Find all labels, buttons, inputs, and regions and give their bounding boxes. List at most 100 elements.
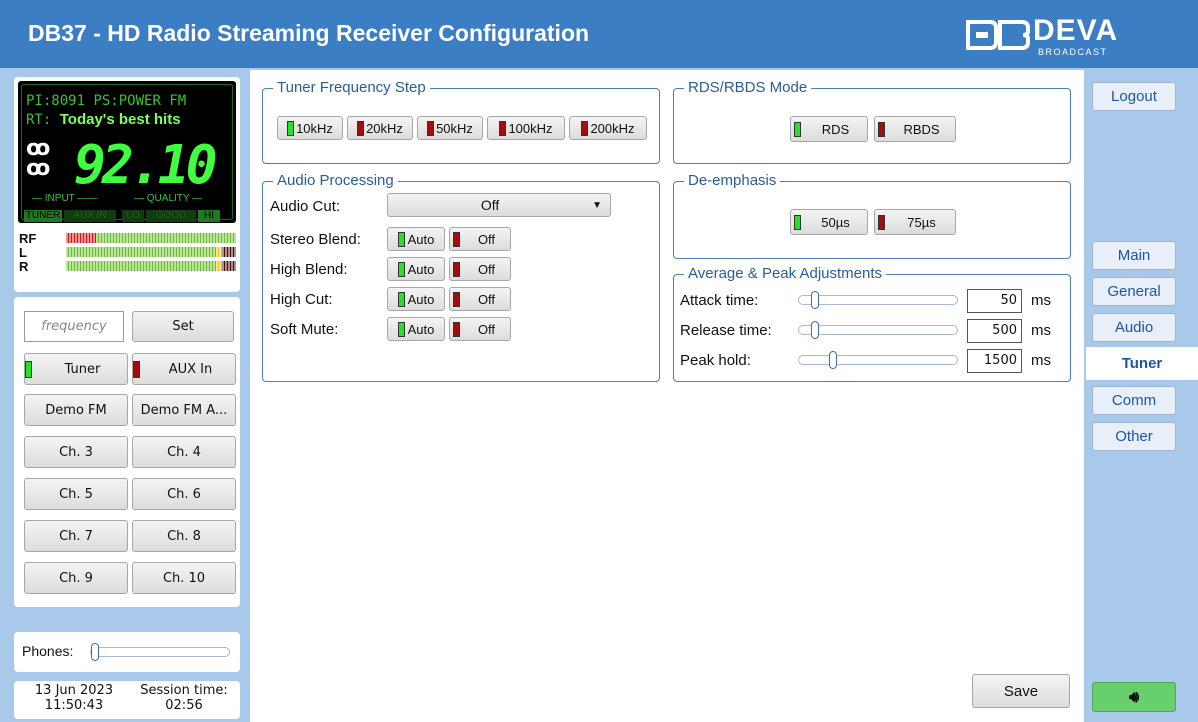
peak-adjustments-group: Average & Peak Adjustments Attack time: … <box>673 265 1071 382</box>
left-meter-label: L <box>19 245 27 260</box>
current-time: 11:50:43 <box>44 698 104 713</box>
session-info: Session time: 02:56 <box>132 683 236 713</box>
set-button[interactable]: Set <box>132 311 234 342</box>
attack-slider-thumb[interactable] <box>811 291 819 309</box>
soft-mute-auto-button[interactable]: Auto <box>387 317 445 341</box>
rds-button[interactable]: RDS <box>790 116 868 142</box>
dropdown-arrow-icon: ▼ <box>592 199 602 211</box>
preset-button-2[interactable]: Demo FM A... <box>132 394 236 426</box>
rds-label: RDS <box>821 121 850 137</box>
auto-label: Auto <box>407 231 435 247</box>
step-50khz-label: 50kHz <box>436 120 473 136</box>
step-100khz-label: 100kHz <box>508 120 553 136</box>
peak-hold-unit: ms <box>1031 352 1051 369</box>
tab-main[interactable]: Main <box>1092 241 1176 270</box>
preset-button-1[interactable]: Demo FM <box>24 394 128 426</box>
phones-volume-slider[interactable] <box>90 643 230 661</box>
sound-toggle-button[interactable]: 🔊︎ <box>1092 682 1176 712</box>
step-10khz-label: 10kHz <box>296 120 333 136</box>
auto-label: Auto <box>407 291 435 307</box>
preset-button-6[interactable]: Ch. 6 <box>132 478 236 510</box>
off-label: Off <box>477 291 496 307</box>
ps-label: PS: <box>93 93 119 109</box>
tab-other[interactable]: Other <box>1092 422 1176 451</box>
rbds-label: RBDS <box>903 121 940 137</box>
peak-hold-slider-thumb[interactable] <box>829 351 837 369</box>
rf-level-meter <box>66 233 236 243</box>
high-cut-off-button[interactable]: Off <box>449 287 511 311</box>
rds-mode-group: RDS/RBDS Mode RDS RBDS <box>673 79 1071 164</box>
preset-button-5[interactable]: Ch. 5 <box>24 478 128 510</box>
frequency-readout: 92.10 <box>74 135 218 196</box>
deemphasis-title: De-emphasis <box>684 172 781 190</box>
step-200khz-button[interactable]: 200kHz <box>569 116 647 140</box>
preset-button-7[interactable]: Ch. 7 <box>24 520 128 552</box>
save-button[interactable]: Save <box>972 674 1070 708</box>
release-slider-thumb[interactable] <box>811 321 819 339</box>
rbds-button[interactable]: RBDS <box>874 116 956 142</box>
source-aux-button[interactable]: AUX In <box>132 353 236 385</box>
rt-label: RT: <box>26 112 52 128</box>
preset-button-9[interactable]: Ch. 9 <box>24 562 128 594</box>
frequency-input[interactable]: frequency <box>24 311 124 342</box>
ps-value: POWER FM <box>118 93 187 109</box>
stereo-icon: ꝏꝏ <box>26 136 51 181</box>
led-icon <box>397 261 405 277</box>
input-aux-cell: AUX IN <box>64 210 116 222</box>
preset-button-8[interactable]: Ch. 8 <box>132 520 236 552</box>
attack-time-slider[interactable] <box>798 291 958 309</box>
quality-group-label: — QUALITY — <box>134 193 203 204</box>
led-icon <box>453 291 460 307</box>
peak-hold-slider[interactable] <box>798 351 958 369</box>
high-blend-auto-button[interactable]: Auto <box>387 257 445 281</box>
step-20khz-button[interactable]: 20kHz <box>347 116 413 140</box>
off-label: Off <box>477 321 496 337</box>
preset-button-3[interactable]: Ch. 3 <box>24 436 128 468</box>
led-icon <box>794 214 801 230</box>
led-icon <box>427 120 435 136</box>
release-time-slider[interactable] <box>798 321 958 339</box>
tab-tuner[interactable]: Tuner <box>1086 347 1198 380</box>
preset-button-4[interactable]: Ch. 4 <box>132 436 236 468</box>
stereo-blend-label: Stereo Blend: <box>270 231 361 248</box>
step-100khz-button[interactable]: 100kHz <box>487 116 565 140</box>
tab-audio[interactable]: Audio <box>1092 313 1176 342</box>
release-time-input[interactable]: 500 <box>967 319 1022 343</box>
high-cut-auto-button[interactable]: Auto <box>387 287 445 311</box>
led-icon <box>287 120 295 136</box>
right-level-meter <box>66 261 236 271</box>
logout-button[interactable]: Logout <box>1092 82 1176 111</box>
deemphasis-50us-button[interactable]: 50µs <box>790 209 868 235</box>
step-10khz-button[interactable]: 10kHz <box>277 116 343 140</box>
soft-mute-off-button[interactable]: Off <box>449 317 511 341</box>
led-icon <box>357 120 365 136</box>
stereo-blend-off-button[interactable]: Off <box>449 227 511 251</box>
led-icon <box>878 214 885 230</box>
peak-hold-label: Peak hold: <box>680 352 751 369</box>
attack-time-input[interactable]: 50 <box>967 289 1022 313</box>
preset-button-10[interactable]: Ch. 10 <box>132 562 236 594</box>
led-icon <box>453 261 460 277</box>
high-blend-label: High Blend: <box>270 261 348 278</box>
quality-hi-cell: HI <box>198 210 220 222</box>
tab-comm[interactable]: Comm <box>1092 386 1176 415</box>
deemphasis-75us-button[interactable]: 75µs <box>874 209 956 235</box>
peak-hold-input[interactable]: 1500 <box>967 349 1022 373</box>
current-date: 13 Jun 2023 <box>34 683 114 698</box>
release-time-unit: ms <box>1031 322 1051 339</box>
tab-general[interactable]: General <box>1092 277 1176 306</box>
phones-slider-thumb[interactable] <box>91 643 99 661</box>
step-50khz-button[interactable]: 50kHz <box>417 116 483 140</box>
high-cut-label: High Cut: <box>270 291 333 308</box>
high-blend-off-button[interactable]: Off <box>449 257 511 281</box>
audio-cut-select[interactable]: Off ▼ <box>387 193 611 217</box>
source-tuner-button[interactable]: Tuner <box>24 353 128 385</box>
audio-processing-group: Audio Processing Audio Cut: Off ▼ Stereo… <box>262 172 660 382</box>
stereo-blend-auto-button[interactable]: Auto <box>387 227 445 251</box>
aux-led-icon <box>133 360 140 378</box>
audio-cut-label: Audio Cut: <box>270 198 341 215</box>
audio-cut-value: Off <box>480 197 500 213</box>
phones-label: Phones: <box>22 643 74 659</box>
step-200khz-label: 200kHz <box>590 120 635 136</box>
led-icon <box>499 120 507 136</box>
